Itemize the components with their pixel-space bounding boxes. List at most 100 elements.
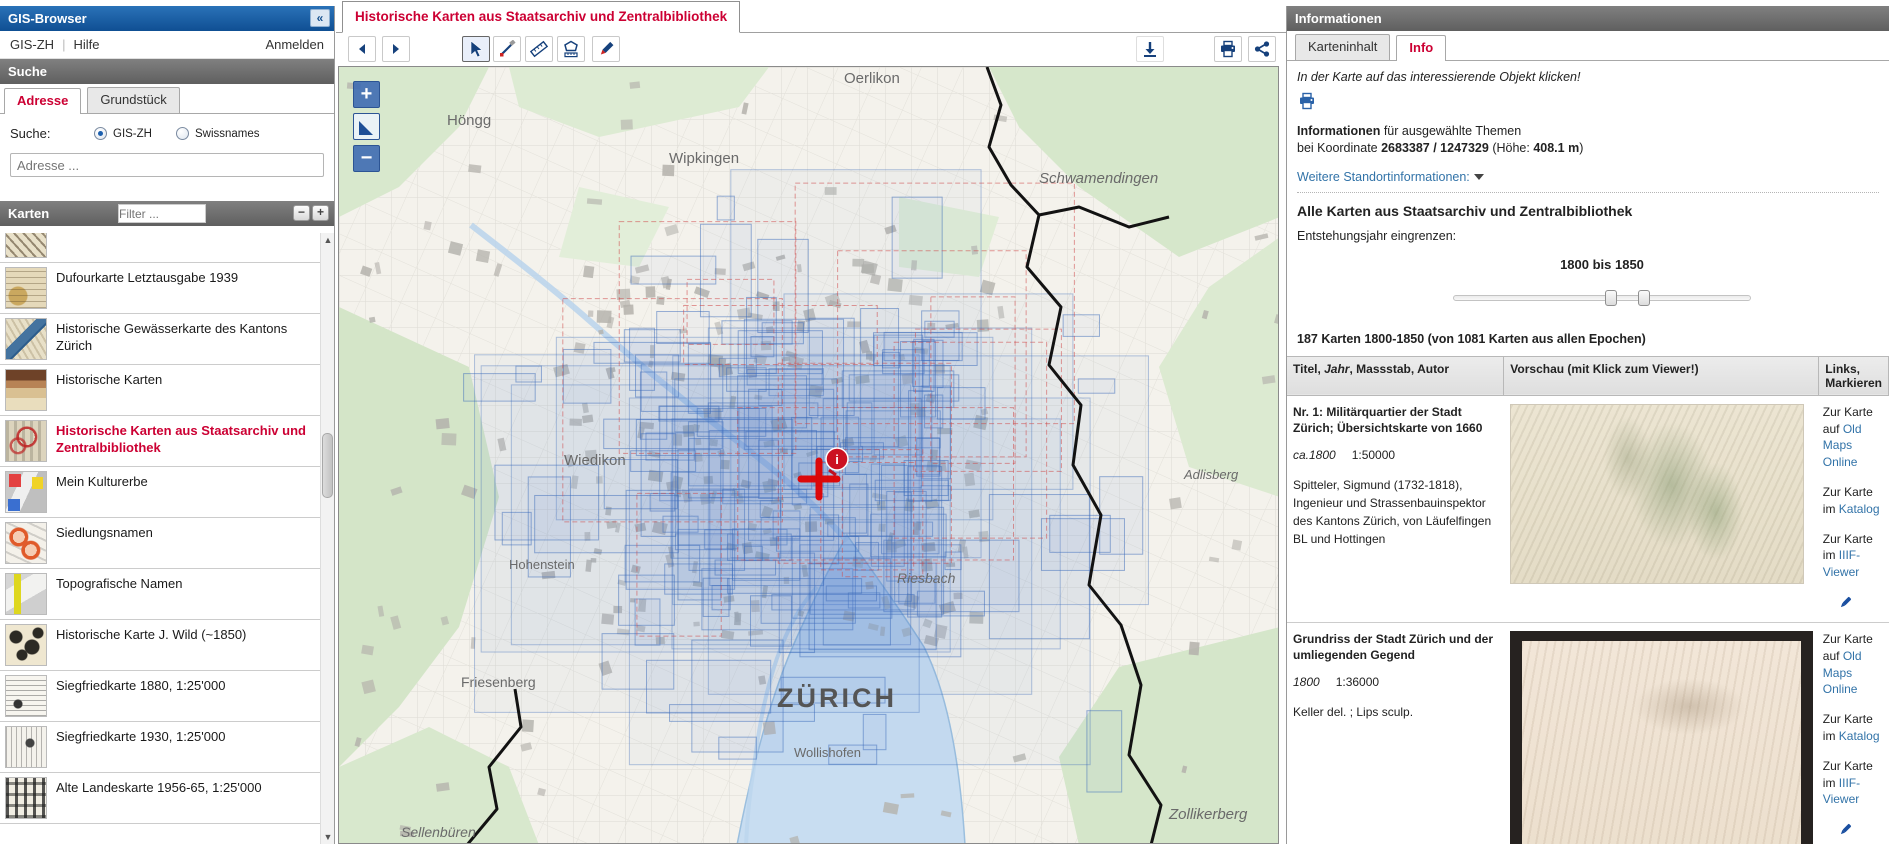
layer-filter-input[interactable] — [118, 204, 206, 223]
layer-item-topografische-namen[interactable]: Topografische Namen — [0, 569, 334, 620]
map-title: Grundriss der Stadt Zürich und der umlie… — [1293, 631, 1494, 663]
table-row: Grundriss der Stadt Zürich und der umlie… — [1287, 622, 1889, 844]
collapse-panel-button[interactable]: « — [310, 9, 330, 27]
preview-map-surface — [1521, 640, 1801, 844]
layer-item-dufourkarte[interactable]: Dufourkarte Letztausgabe 1939 — [0, 263, 334, 314]
history-forward-button[interactable] — [382, 36, 410, 62]
informationen-title: Informationen — [1295, 11, 1382, 26]
tab-karteninhalt[interactable]: Karteninhalt — [1295, 34, 1391, 60]
gis-browser-header: GIS-Browser « — [0, 6, 334, 31]
karten-section-header: Karten − + — [0, 201, 334, 226]
radio-swissnames-label: Swissnames — [194, 127, 260, 140]
measure-distance-tool-button[interactable] — [525, 36, 553, 62]
select-tool-button[interactable] — [462, 36, 490, 62]
search-form: Suche: GIS-ZH Swissnames — [0, 114, 334, 187]
map-preview-image[interactable] — [1509, 630, 1813, 844]
layer-item[interactable] — [0, 233, 334, 263]
scroll-down-icon[interactable]: ▼ — [321, 830, 335, 844]
year-range-slider[interactable] — [1453, 289, 1751, 306]
radio-gis-zh[interactable] — [94, 127, 107, 140]
left-sidebar: GIS-Browser « GIS-ZH | Hilfe Anmelden Su… — [0, 6, 335, 844]
col-title-header: Titel, Jahr, Massstab, Autor — [1287, 355, 1505, 396]
map-label: Riesbach — [897, 570, 956, 586]
history-back-button[interactable] — [348, 36, 376, 62]
download-button[interactable] — [1136, 36, 1164, 62]
col-links-header: Links, Markieren — [1818, 355, 1889, 396]
link-group: Zur Karte auf Old Maps Online — [1822, 404, 1873, 470]
layer-thumbnail — [5, 522, 47, 564]
layer-item-siegfried-1930[interactable]: Siegfriedkarte 1930, 1:25'000 — [0, 722, 334, 773]
info-themes-line: Informationen für ausgewählte Themen — [1297, 124, 1522, 138]
share-button[interactable] — [1248, 36, 1276, 62]
collapse-all-button[interactable]: − — [293, 205, 310, 221]
radio-swissnames[interactable] — [175, 127, 189, 140]
layer-thumbnail — [5, 233, 47, 258]
tab-info[interactable]: Info — [1396, 35, 1447, 61]
layer-thumbnail — [5, 675, 47, 717]
layer-thumbnail — [5, 777, 47, 819]
layer-item-siedlungsnamen[interactable]: Siedlungsnamen — [0, 518, 334, 569]
layer-thumbnail — [5, 624, 47, 666]
suche-title: Suche — [8, 64, 48, 79]
print-button[interactable] — [1214, 36, 1242, 62]
map-author: Spitteler, Sigmund (1732-1818), Ingenieu… — [1293, 478, 1492, 547]
menu-hilfe[interactable]: Hilfe — [73, 37, 99, 52]
layer-item-staatsarchiv[interactable]: Historische Karten aus Staatsarchiv und … — [0, 416, 334, 467]
more-location-info-link[interactable]: Weitere Standortinformationen: — [1297, 170, 1470, 184]
pencil-icon — [600, 41, 614, 55]
map-label: Höngg — [447, 112, 491, 129]
measure-area-tool-button[interactable] — [557, 36, 585, 62]
divider — [1297, 191, 1879, 193]
layer-item-siegfried-1880[interactable]: Siegfriedkarte 1880, 1:25'000 — [0, 671, 334, 722]
app-title: GIS-Browser — [8, 11, 87, 26]
map-label: Hohenstein — [509, 557, 575, 572]
download-icon — [1144, 42, 1156, 57]
erase-measure-tool-button[interactable] — [493, 36, 521, 62]
map-canvas[interactable]: + − i Oerlikon Höngg Wipkingen Schwamend… — [338, 66, 1279, 844]
mark-pen-icon[interactable] — [1837, 821, 1854, 838]
layer-list-scrollbar[interactable]: ▲ ▼ — [320, 233, 334, 844]
scroll-up-icon[interactable]: ▲ — [321, 233, 335, 247]
informationen-header: Informationen — [1287, 6, 1889, 31]
slider-handle-max[interactable] — [1638, 289, 1650, 306]
scrollbar-thumb[interactable] — [322, 433, 333, 498]
zoom-in-button[interactable]: + — [353, 81, 380, 108]
slider-track[interactable] — [1453, 294, 1751, 301]
info-panel-tabs: Karteninhalt Info — [1287, 31, 1889, 61]
map-label: Wollishofen — [794, 745, 861, 760]
map-tab[interactable]: Historische Karten aus Staatsarchiv und … — [342, 1, 741, 33]
map-zoom-controls: + − — [353, 81, 380, 172]
karten-title: Karten — [8, 206, 50, 221]
mark-pen-icon[interactable] — [1837, 594, 1854, 611]
link-group: Zur Karte auf Old Maps Online — [1822, 631, 1873, 697]
menu-anmelden[interactable]: Anmelden — [265, 37, 324, 52]
print-info-icon[interactable] — [1297, 92, 1317, 110]
topographic-map[interactable]: i Oerlikon Höngg Wipkingen Schwamendinge… — [339, 67, 1279, 844]
area-measure-icon — [564, 40, 578, 58]
click-hint: In der Karte auf das interessierende Obj… — [1297, 70, 1581, 84]
katalog-link[interactable]: Katalog — [1839, 729, 1880, 743]
tab-grundstueck[interactable]: Grundstück — [87, 87, 180, 113]
map-author: Keller del. ; Lips sculp. — [1293, 705, 1414, 720]
table-row: Nr. 1: Militärquartier der Stadt Zürich;… — [1287, 395, 1889, 623]
map-preview-image[interactable] — [1509, 403, 1804, 584]
tab-adresse[interactable]: Adresse — [4, 88, 82, 114]
layer-item-gewaesserkarte[interactable]: Historische Gewässerkarte des Kantons Zü… — [0, 314, 334, 365]
menu-gis-zh[interactable]: GIS-ZH — [10, 37, 54, 52]
katalog-link[interactable]: Katalog — [1839, 502, 1880, 516]
zoom-extent-button[interactable] — [353, 113, 380, 140]
address-input[interactable] — [10, 153, 324, 177]
layer-item-historische-karten[interactable]: Historische Karten — [0, 365, 334, 416]
draw-tool-button[interactable] — [592, 36, 620, 62]
expand-all-button[interactable]: + — [312, 205, 329, 221]
layer-item-kulturerbe[interactable]: Mein Kulturerbe — [0, 467, 334, 518]
map-tabstrip: Historische Karten aus Staatsarchiv und … — [336, 0, 1286, 33]
slider-handle-min[interactable] — [1605, 289, 1617, 306]
map-label: Schwamendingen — [1039, 170, 1158, 187]
layer-item-wild[interactable]: Historische Karte J. Wild (~1850) — [0, 620, 334, 671]
coordinate-line: bei Koordinate 2683387 / 1247329 (Höhe: … — [1297, 140, 1584, 155]
zoom-out-button[interactable]: − — [353, 145, 380, 172]
info-panel: Informationen Karteninhalt Info In der K… — [1286, 6, 1889, 844]
layer-item-alte-landeskarte[interactable]: Alte Landeskarte 1956-65, 1:25'000 — [0, 773, 334, 824]
arrow-left-icon — [359, 44, 365, 54]
